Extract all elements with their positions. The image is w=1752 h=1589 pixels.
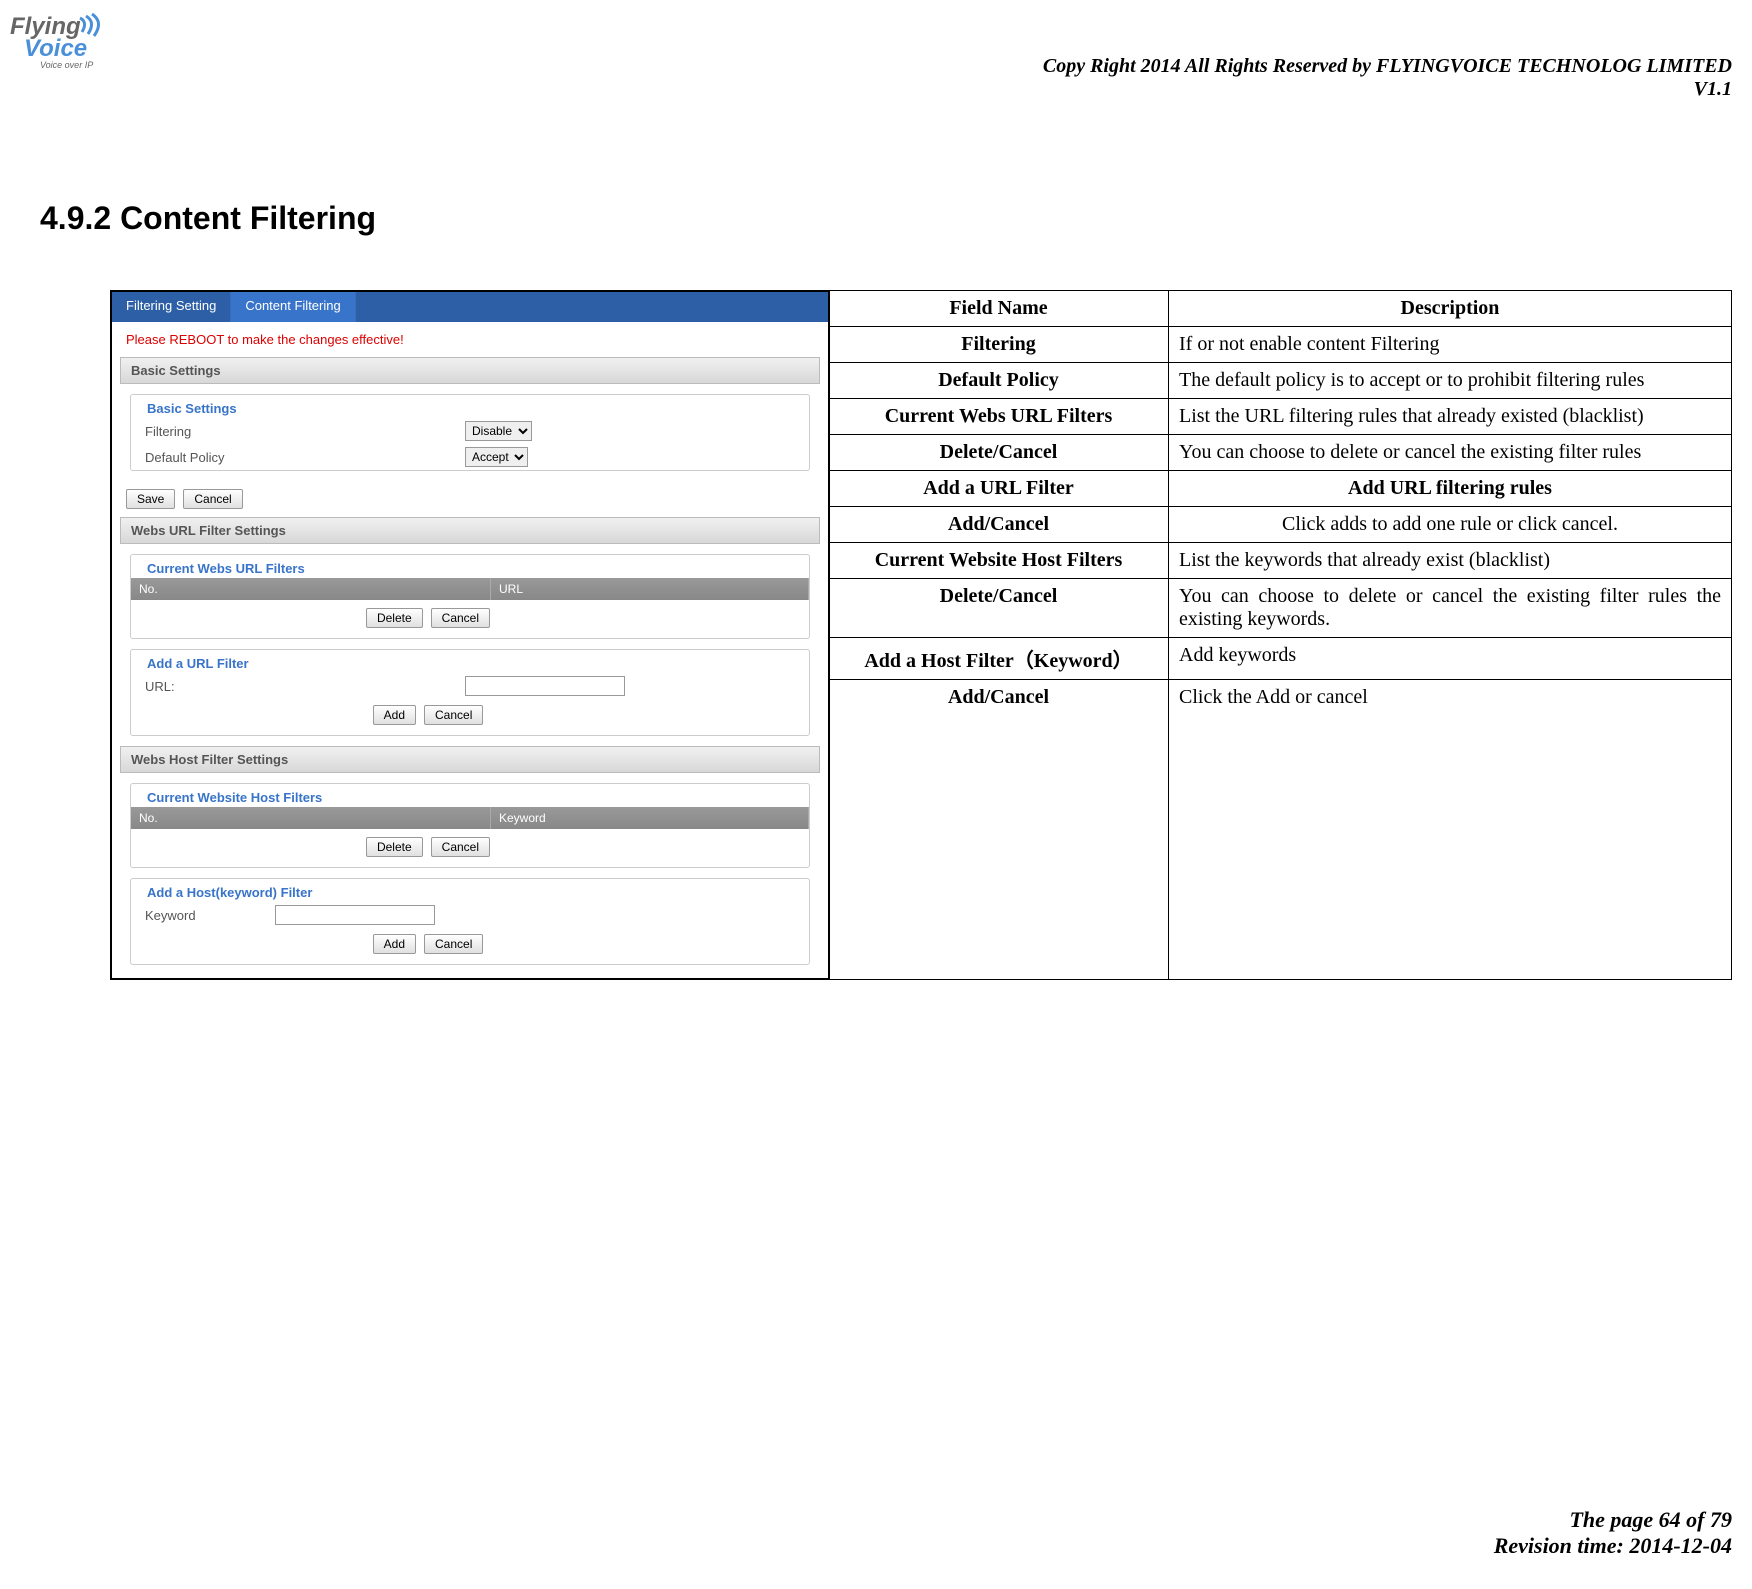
logo-svg: Flying Voice Voice over IP bbox=[10, 10, 120, 70]
field-add-cancel: Add/Cancel bbox=[829, 507, 1169, 543]
field-default-policy: Default Policy bbox=[829, 363, 1169, 399]
desc-delete-cancel: You can choose to delete or cancel the e… bbox=[1169, 435, 1732, 471]
field-delete-cancel: Delete/Cancel bbox=[829, 435, 1169, 471]
field-current-host: Current Website Host Filters bbox=[829, 543, 1169, 579]
host-table-header: No. Keyword bbox=[131, 807, 809, 829]
desc-default-policy: The default policy is to accept or to pr… bbox=[1169, 363, 1732, 399]
filtering-label: Filtering bbox=[145, 424, 465, 439]
section-url-filter: Webs URL Filter Settings bbox=[120, 517, 820, 544]
desc-add-url: Add URL filtering rules bbox=[1169, 471, 1732, 507]
url-input[interactable] bbox=[465, 676, 625, 696]
url-table-header: No. URL bbox=[131, 578, 809, 600]
save-cancel-row: Save Cancel bbox=[112, 481, 828, 517]
desc-current-url: List the URL filtering rules that alread… bbox=[1169, 399, 1732, 435]
add-url-fieldset: Add a URL Filter URL: Add Cancel bbox=[130, 649, 810, 736]
desc-add-cancel: Click adds to add one rule or click canc… bbox=[1169, 507, 1732, 543]
tabs-bar: Filtering Setting Content Filtering bbox=[112, 292, 828, 322]
col-keyword: Keyword bbox=[491, 807, 809, 829]
page-number: The page 64 of 79 bbox=[1494, 1507, 1732, 1533]
content-area: Filtering Setting Content Filtering Plea… bbox=[110, 290, 1732, 980]
col-no-2: No. bbox=[131, 807, 491, 829]
table-row: Filtering If or not enable content Filte… bbox=[829, 327, 1732, 363]
host-delete-cancel-row: Delete Cancel bbox=[131, 831, 729, 867]
default-policy-label: Default Policy bbox=[145, 450, 465, 465]
field-delete-cancel-2: Delete/Cancel bbox=[829, 579, 1169, 638]
filtering-select[interactable]: Disable bbox=[465, 421, 532, 441]
table-row: Default Policy The default policy is to … bbox=[829, 363, 1732, 399]
section-title: 4.9.2 Content Filtering bbox=[40, 200, 376, 237]
keyword-label: Keyword bbox=[145, 908, 275, 923]
basic-legend: Basic Settings bbox=[137, 395, 809, 418]
table-row: Current Website Host Filters List the ke… bbox=[829, 543, 1732, 579]
tab-content-filtering[interactable]: Content Filtering bbox=[231, 292, 355, 322]
cancel-button-2[interactable]: Cancel bbox=[431, 608, 490, 628]
section-host-filter: Webs Host Filter Settings bbox=[120, 746, 820, 773]
col-no: No. bbox=[131, 578, 491, 600]
default-policy-select[interactable]: Accept bbox=[465, 447, 528, 467]
cancel-button-5[interactable]: Cancel bbox=[424, 934, 483, 954]
add-url-legend: Add a URL Filter bbox=[137, 650, 809, 673]
tab-filtering-setting[interactable]: Filtering Setting bbox=[112, 292, 231, 322]
delete-button[interactable]: Delete bbox=[366, 608, 423, 628]
field-add-url: Add a URL Filter bbox=[829, 471, 1169, 507]
table-row: Add/Cancel Click the Add or cancel bbox=[829, 680, 1732, 980]
add-button-2[interactable]: Add bbox=[373, 934, 416, 954]
current-url-legend: Current Webs URL Filters bbox=[137, 555, 809, 578]
svg-text:Voice: Voice bbox=[24, 35, 87, 62]
header-field-name: Field Name bbox=[829, 291, 1169, 327]
current-host-fieldset: Current Website Host Filters No. Keyword… bbox=[130, 783, 810, 868]
table-row: Add/Cancel Click adds to add one rule or… bbox=[829, 507, 1732, 543]
current-url-fieldset: Current Webs URL Filters No. URL Delete … bbox=[130, 554, 810, 639]
basic-settings-fieldset: Basic Settings Filtering Disable Default… bbox=[130, 394, 810, 471]
desc-add-host: Add keywords bbox=[1169, 638, 1732, 680]
table-row: Current Webs URL Filters List the URL fi… bbox=[829, 399, 1732, 435]
url-add-cancel-row: Add Cancel bbox=[131, 699, 729, 735]
svg-text:Voice over IP: Voice over IP bbox=[40, 60, 93, 70]
keyword-input-row: Keyword bbox=[131, 902, 809, 928]
header-right: Copy Right 2014 All Rights Reserved by F… bbox=[1043, 55, 1732, 101]
reboot-message: Please REBOOT to make the changes effect… bbox=[112, 322, 828, 357]
desc-delete-cancel-2: You can choose to delete or cancel the e… bbox=[1169, 579, 1732, 638]
field-add-cancel-2: Add/Cancel bbox=[829, 680, 1169, 980]
cancel-button-4[interactable]: Cancel bbox=[431, 837, 490, 857]
desc-current-host: List the keywords that already exist (bl… bbox=[1169, 543, 1732, 579]
table-row: Delete/Cancel You can choose to delete o… bbox=[829, 435, 1732, 471]
footer: The page 64 of 79 Revision time: 2014-12… bbox=[1494, 1507, 1732, 1559]
screenshot-panel: Filtering Setting Content Filtering Plea… bbox=[110, 290, 830, 980]
col-url: URL bbox=[491, 578, 809, 600]
cancel-button-3[interactable]: Cancel bbox=[424, 705, 483, 725]
field-add-host: Add a Host Filter（Keyword） bbox=[829, 638, 1169, 680]
section-basic-settings: Basic Settings bbox=[120, 357, 820, 384]
default-policy-row: Default Policy Accept bbox=[131, 444, 809, 470]
logo: Flying Voice Voice over IP bbox=[10, 10, 120, 75]
field-current-url: Current Webs URL Filters bbox=[829, 399, 1169, 435]
version-text: V1.1 bbox=[1043, 78, 1732, 101]
table-header-row: Field Name Description bbox=[829, 291, 1732, 327]
revision-time: Revision time: 2014-12-04 bbox=[1494, 1533, 1732, 1559]
description-table: Field Name Description Filtering If or n… bbox=[828, 290, 1732, 980]
field-filtering: Filtering bbox=[829, 327, 1169, 363]
header-description: Description bbox=[1169, 291, 1732, 327]
delete-button-2[interactable]: Delete bbox=[366, 837, 423, 857]
desc-filtering: If or not enable content Filtering bbox=[1169, 327, 1732, 363]
add-host-legend: Add a Host(keyword) Filter bbox=[137, 879, 809, 902]
url-delete-cancel-row: Delete Cancel bbox=[131, 602, 729, 638]
table-row: Add a Host Filter（Keyword） Add keywords bbox=[829, 638, 1732, 680]
add-button[interactable]: Add bbox=[373, 705, 416, 725]
current-host-legend: Current Website Host Filters bbox=[137, 784, 809, 807]
url-input-row: URL: bbox=[131, 673, 809, 699]
url-label: URL: bbox=[145, 679, 465, 694]
desc-add-cancel-2: Click the Add or cancel bbox=[1169, 680, 1732, 980]
copyright-text: Copy Right 2014 All Rights Reserved by F… bbox=[1043, 55, 1732, 78]
table-row: Add a URL Filter Add URL filtering rules bbox=[829, 471, 1732, 507]
save-button[interactable]: Save bbox=[126, 489, 175, 509]
host-add-cancel-row: Add Cancel bbox=[131, 928, 729, 964]
table-row: Delete/Cancel You can choose to delete o… bbox=[829, 579, 1732, 638]
cancel-button[interactable]: Cancel bbox=[183, 489, 242, 509]
keyword-input[interactable] bbox=[275, 905, 435, 925]
add-host-fieldset: Add a Host(keyword) Filter Keyword Add C… bbox=[130, 878, 810, 965]
filtering-row: Filtering Disable bbox=[131, 418, 809, 444]
